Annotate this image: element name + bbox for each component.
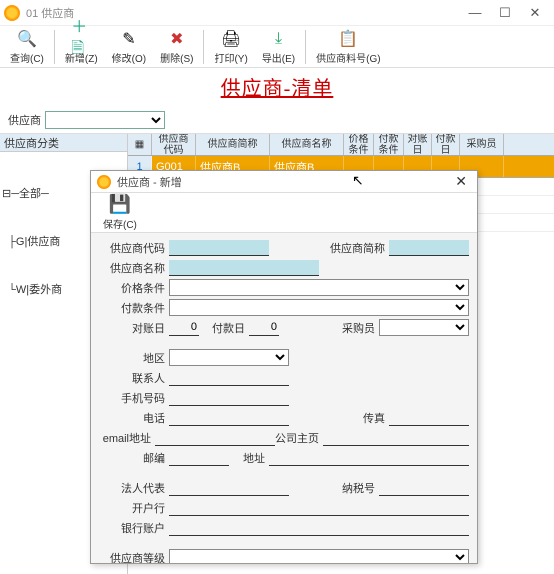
main-toolbar: 🔍 查询(C) ＋🗎 新增(Z) ✎ 修改(O) ✖ 删除(S) 🖨 打印(Y)…: [0, 26, 554, 68]
input-address[interactable]: [269, 450, 469, 466]
lbl-bank: 开户行: [99, 500, 169, 516]
input-short[interactable]: [389, 240, 469, 256]
input-mobile[interactable]: [169, 390, 289, 406]
delete-button[interactable]: ✖ 删除(S): [154, 27, 199, 67]
delete-icon: ✖: [167, 29, 187, 49]
col-recon-day[interactable]: 对账日: [404, 134, 432, 155]
save-icon: 💾: [110, 195, 130, 215]
export-button[interactable]: ⤓ 导出(E): [256, 27, 301, 67]
input-zip[interactable]: [169, 450, 229, 466]
lbl-email: email地址: [99, 430, 155, 446]
col-selector-icon[interactable]: ▦: [128, 134, 152, 155]
maximize-button[interactable]: ☐: [490, 5, 520, 21]
dialog-body: 供应商代码 供应商简称 供应商名称 价格条件 付款条件 对账日 付款日 采购员: [91, 233, 477, 563]
lbl-pay-term: 付款条件: [99, 300, 169, 316]
select-pay-term[interactable]: [169, 299, 469, 316]
input-contact[interactable]: [169, 370, 289, 386]
app-icon: [4, 5, 20, 21]
sidebar-header: 供应商分类: [0, 134, 127, 152]
input-phone[interactable]: [169, 410, 289, 426]
col-buyer[interactable]: 采购员: [460, 134, 504, 155]
lbl-price-term: 价格条件: [99, 280, 169, 296]
lbl-region: 地区: [99, 350, 169, 366]
lbl-address: 地址: [229, 450, 269, 466]
lbl-taxno: 纳税号: [329, 480, 379, 496]
input-code[interactable]: [169, 240, 269, 256]
page-title: 供应商-清单: [0, 68, 554, 107]
add-button[interactable]: ＋🗎 新增(Z): [59, 27, 104, 67]
lbl-zip: 邮编: [99, 450, 169, 466]
lbl-name: 供应商名称: [99, 260, 169, 276]
lbl-fax: 传真: [349, 410, 389, 426]
col-price[interactable]: 价格条件: [344, 134, 374, 155]
close-button[interactable]: ✕: [520, 5, 550, 21]
dialog-titlebar[interactable]: 供应商 - 新增 ✕: [91, 171, 477, 193]
export-icon: ⤓: [268, 29, 288, 49]
lbl-code: 供应商代码: [99, 240, 169, 256]
sku-icon: 📋: [338, 29, 358, 49]
input-email[interactable]: [155, 430, 275, 446]
dialog-toolbar: 💾 保存(C): [91, 193, 477, 233]
filter-row: 供应商: [0, 107, 554, 134]
col-short[interactable]: 供应商简称: [196, 134, 270, 155]
lbl-grade: 供应商等级: [99, 550, 169, 564]
search-icon: 🔍: [17, 29, 37, 49]
save-button[interactable]: 💾 保存(C): [97, 193, 143, 233]
input-name[interactable]: [169, 260, 319, 276]
input-bank[interactable]: [169, 500, 469, 516]
grid-header: ▦ 供应商代码 供应商简称 供应商名称 价格条件 付款条件 对账日 付款日 采购…: [128, 134, 554, 156]
select-grade[interactable]: [169, 549, 469, 563]
add-icon: ＋🗎: [71, 29, 91, 49]
lbl-phone: 电话: [99, 410, 169, 426]
lbl-contact: 联系人: [99, 370, 169, 386]
print-icon: 🖨: [221, 29, 241, 49]
select-buyer[interactable]: [379, 319, 469, 336]
input-fax[interactable]: [389, 410, 469, 426]
col-code[interactable]: 供应商代码: [152, 134, 196, 155]
input-account[interactable]: [169, 520, 469, 536]
select-price-term[interactable]: [169, 279, 469, 296]
input-recon-day[interactable]: [169, 320, 199, 336]
input-homepage[interactable]: [323, 430, 469, 446]
add-supplier-dialog: 供应商 - 新增 ✕ 💾 保存(C) 供应商代码 供应商简称 供应商名称 价格条…: [90, 170, 478, 564]
lbl-homepage: 公司主页: [275, 430, 323, 446]
lbl-legal: 法人代表: [99, 480, 169, 496]
input-legal[interactable]: [169, 480, 289, 496]
minimize-button[interactable]: —: [460, 5, 490, 20]
edit-icon: ✎: [119, 29, 139, 49]
select-region[interactable]: [169, 349, 289, 366]
col-pay-day[interactable]: 付款日: [432, 134, 460, 155]
input-taxno[interactable]: [379, 480, 469, 496]
col-pay[interactable]: 付款条件: [374, 134, 404, 155]
lbl-buyer: 采购员: [329, 320, 379, 336]
print-button[interactable]: 🖨 打印(Y): [208, 27, 253, 67]
sku-button[interactable]: 📋 供应商料号(G): [310, 27, 386, 67]
query-button[interactable]: 🔍 查询(C): [4, 27, 50, 67]
lbl-account: 银行账户: [99, 520, 169, 536]
dialog-icon: [97, 175, 111, 189]
filter-supplier-select[interactable]: [45, 111, 165, 129]
dialog-title: 供应商 - 新增: [117, 174, 451, 190]
lbl-short: 供应商简称: [330, 240, 389, 256]
lbl-mobile: 手机号码: [99, 390, 169, 406]
lbl-recon-day: 对账日: [99, 320, 169, 336]
filter-label: 供应商: [8, 112, 41, 128]
col-name[interactable]: 供应商名称: [270, 134, 344, 155]
lbl-pay-day: 付款日: [199, 320, 249, 336]
input-pay-day[interactable]: [249, 320, 279, 336]
dialog-close-button[interactable]: ✕: [451, 173, 471, 190]
edit-button[interactable]: ✎ 修改(O): [106, 27, 152, 67]
